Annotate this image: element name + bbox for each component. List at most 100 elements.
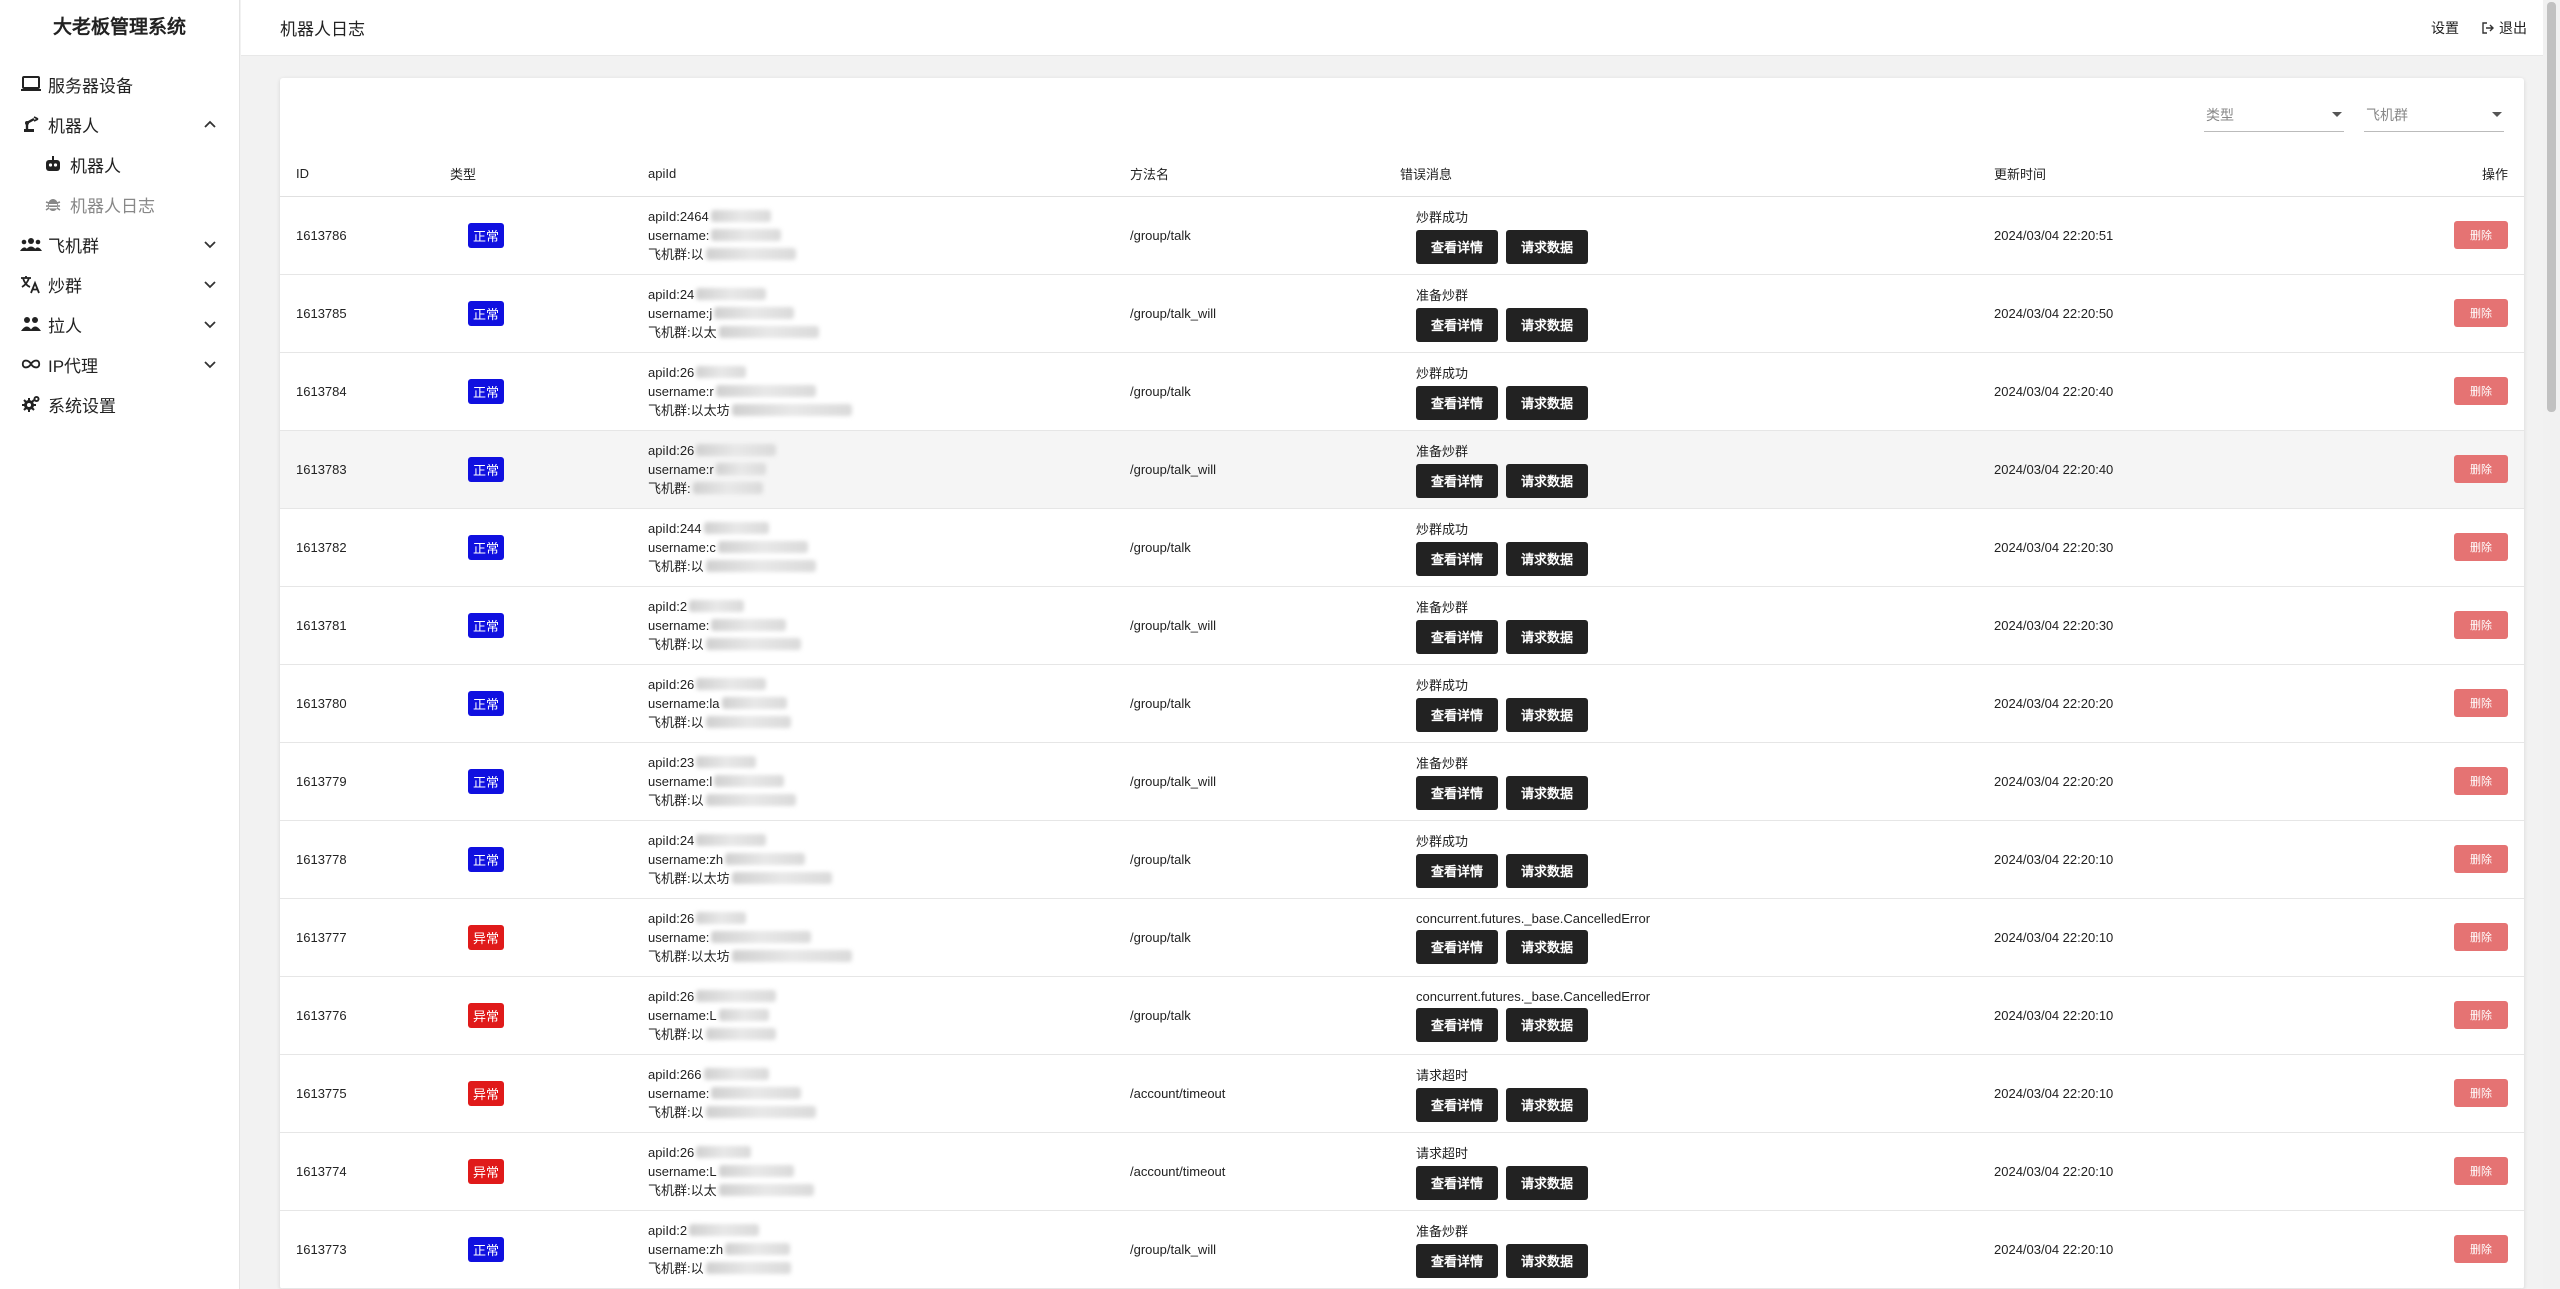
redacted-blur <box>705 1028 776 1040</box>
view-details-button[interactable]: 查看详情 <box>1416 1165 1499 1200</box>
delete-button[interactable]: 删除 <box>2454 923 2508 951</box>
group-value: 以 <box>690 636 704 652</box>
redacted-blur <box>696 366 747 378</box>
redacted-blur <box>705 638 801 650</box>
view-details-button[interactable]: 查看详情 <box>1416 619 1499 654</box>
redacted-blur <box>725 853 806 865</box>
sidebar: 大老板管理系统 服务器设备 机器人 机器人 机器人日志 飞机群 炒群 拉人 IP… <box>0 0 240 1289</box>
apiid-value: 266 <box>679 1066 702 1082</box>
delete-button[interactable]: 删除 <box>2454 1079 2508 1107</box>
cell-updated: 2024/03/04 22:20:10 <box>1994 1210 2354 1289</box>
request-data-button[interactable]: 请求数据 <box>1506 541 1589 576</box>
request-data-button[interactable]: 请求数据 <box>1506 697 1589 732</box>
view-details-button[interactable]: 查看详情 <box>1416 463 1499 498</box>
cell-updated: 2024/03/04 22:20:20 <box>1994 664 2354 743</box>
cell-type: 正常 <box>450 352 630 431</box>
sidebar-item-robots[interactable]: 机器人 <box>0 104 239 144</box>
error-message: 请求超时 <box>1416 1067 1469 1083</box>
redacted-blur <box>715 385 816 397</box>
cell-actions: 删除 <box>2354 1054 2524 1133</box>
view-details-button[interactable]: 查看详情 <box>1416 1087 1499 1122</box>
apiid-value: 244 <box>679 520 702 536</box>
delete-button[interactable]: 删除 <box>2454 455 2508 483</box>
group-prefix: 飞机群: <box>648 1260 691 1276</box>
cell-apiid: apiId: 2 username: 飞机群: 以 <box>630 586 1130 665</box>
table-row: 1613781 正常 apiId: 2 username: 飞机群: 以/group/… <box>280 586 2524 665</box>
redacted-blur <box>717 541 808 553</box>
cell-method: /group/talk_will <box>1130 274 1400 353</box>
sidebar-subitem-robot-log[interactable]: 机器人日志 <box>0 184 239 224</box>
sidebar-item-hype[interactable]: 炒群 <box>0 264 239 304</box>
gear-icon <box>20 393 42 415</box>
logout-link[interactable]: 退出 <box>2481 18 2527 38</box>
username-prefix: username: <box>648 773 710 789</box>
view-details-button[interactable]: 查看详情 <box>1416 1243 1499 1278</box>
request-data-button[interactable]: 请求数据 <box>1506 307 1589 342</box>
group-prefix: 飞机群: <box>648 1104 691 1120</box>
request-data-button[interactable]: 请求数据 <box>1506 775 1589 810</box>
view-details-button[interactable]: 查看详情 <box>1416 307 1499 342</box>
group-line: 飞机群: 以 <box>648 1103 1130 1122</box>
vertical-scrollbar[interactable] <box>2543 0 2560 1289</box>
request-data-button[interactable]: 请求数据 <box>1506 853 1589 888</box>
view-details-button[interactable]: 查看详情 <box>1416 229 1499 264</box>
delete-button[interactable]: 删除 <box>2454 377 2508 405</box>
view-details-button[interactable]: 查看详情 <box>1416 1007 1499 1042</box>
scrollbar-thumb[interactable] <box>2547 2 2556 412</box>
group-filter-select[interactable]: 飞机群 <box>2364 98 2504 132</box>
sidebar-item-ip-proxy[interactable]: IP代理 <box>0 344 239 384</box>
view-details-button[interactable]: 查看详情 <box>1416 697 1499 732</box>
delete-button[interactable]: 删除 <box>2454 1235 2508 1263</box>
request-data-button[interactable]: 请求数据 <box>1506 1165 1589 1200</box>
username-prefix: username: <box>648 227 710 243</box>
apiid-prefix: apiId: <box>648 676 680 692</box>
cell-id: 1613774 <box>280 1132 450 1211</box>
apiid-prefix: apiId: <box>648 754 680 770</box>
type-filter-select[interactable]: 类型 <box>2204 98 2344 132</box>
request-data-button[interactable]: 请求数据 <box>1506 385 1589 420</box>
settings-link[interactable]: 设置 <box>2431 18 2459 38</box>
delete-button[interactable]: 删除 <box>2454 1001 2508 1029</box>
redacted-blur <box>705 1262 791 1274</box>
request-data-button[interactable]: 请求数据 <box>1506 1087 1589 1122</box>
request-data-button[interactable]: 请求数据 <box>1506 463 1589 498</box>
view-details-button[interactable]: 查看详情 <box>1416 775 1499 810</box>
request-data-button[interactable]: 请求数据 <box>1506 229 1589 264</box>
delete-button[interactable]: 删除 <box>2454 845 2508 873</box>
view-details-button[interactable]: 查看详情 <box>1416 385 1499 420</box>
sidebar-item-settings[interactable]: 系统设置 <box>0 384 239 424</box>
error-message: 请求超时 <box>1416 1145 1469 1161</box>
view-details-button[interactable]: 查看详情 <box>1416 929 1499 964</box>
view-details-button[interactable]: 查看详情 <box>1416 853 1499 888</box>
group-value: 以 <box>690 792 704 808</box>
delete-button[interactable]: 删除 <box>2454 533 2508 561</box>
column-header-id: ID <box>280 152 450 197</box>
redacted-blur <box>718 1165 794 1177</box>
view-details-button[interactable]: 查看详情 <box>1416 541 1499 576</box>
request-data-button[interactable]: 请求数据 <box>1506 619 1589 654</box>
delete-button[interactable]: 删除 <box>2454 767 2508 795</box>
cell-method: /group/talk <box>1130 976 1400 1055</box>
sidebar-item-servers[interactable]: 服务器设备 <box>0 64 239 104</box>
table-header-row: ID 类型 apiId 方法名 错误消息 更新时间 操作 <box>280 152 2524 197</box>
delete-button[interactable]: 删除 <box>2454 689 2508 717</box>
delete-button[interactable]: 删除 <box>2454 611 2508 639</box>
request-data-button[interactable]: 请求数据 <box>1506 1007 1589 1042</box>
apiid-prefix: apiId: <box>648 598 680 614</box>
group-line: 飞机群: 以太坊 <box>648 947 1130 966</box>
cell-id: 1613785 <box>280 274 450 353</box>
delete-button[interactable]: 删除 <box>2454 221 2508 249</box>
username-value: L <box>709 1007 717 1023</box>
delete-button[interactable]: 删除 <box>2454 1157 2508 1185</box>
apiid-prefix: apiId: <box>648 208 680 224</box>
request-data-button[interactable]: 请求数据 <box>1506 1243 1589 1278</box>
delete-button[interactable]: 删除 <box>2454 299 2508 327</box>
app-title: 大老板管理系统 <box>52 17 186 38</box>
group-value: 以太坊 <box>690 948 730 964</box>
redacted-blur <box>689 600 745 612</box>
cell-updated: 2024/03/04 22:20:10 <box>1994 898 2354 977</box>
request-data-button[interactable]: 请求数据 <box>1506 929 1589 964</box>
sidebar-item-invite[interactable]: 拉人 <box>0 304 239 344</box>
sidebar-item-groups[interactable]: 飞机群 <box>0 224 239 264</box>
sidebar-subitem-robot[interactable]: 机器人 <box>0 144 239 184</box>
